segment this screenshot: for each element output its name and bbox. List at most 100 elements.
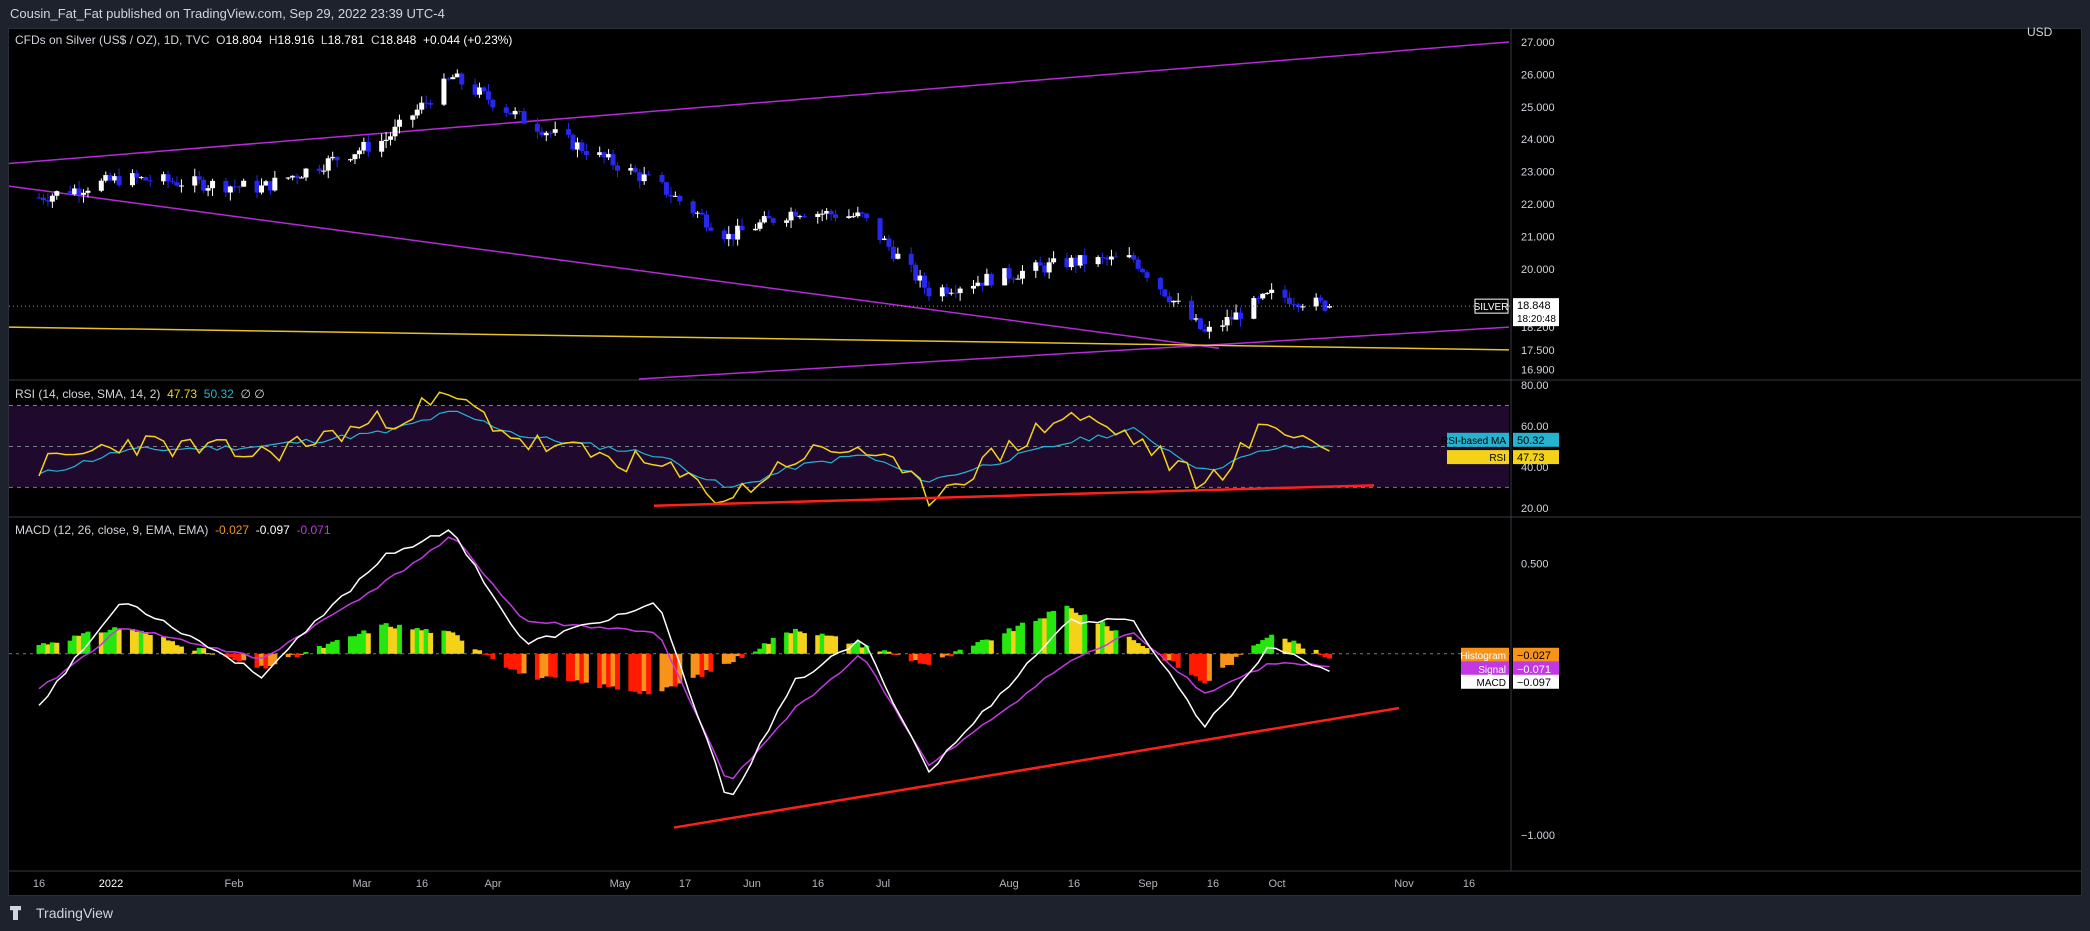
macd-histogram-bar <box>227 653 233 658</box>
macd-histogram-bar <box>259 653 264 666</box>
candle-body <box>926 287 932 297</box>
publisher-line: Cousin_Fat_Fat published on TradingView.… <box>10 6 445 21</box>
tradingview-logo[interactable]: TradingView <box>10 905 113 921</box>
macd-histogram-bar <box>552 653 558 678</box>
candle-body <box>552 129 558 133</box>
candle-body <box>850 216 856 218</box>
macd-histogram-bar <box>939 653 945 658</box>
macd-histogram-bar <box>290 653 296 655</box>
macd-histogram-bar <box>1082 614 1088 654</box>
candle-body <box>81 192 86 195</box>
candle-body <box>606 154 612 158</box>
price-tick-label: 22.000 <box>1521 199 1555 211</box>
macd-histogram-bar <box>1002 633 1008 654</box>
macd-histogram-bar <box>72 635 78 654</box>
macd-histogram-bar <box>1295 643 1301 654</box>
candle-body <box>784 220 790 223</box>
rsi-axis-value: 47.73 <box>1517 452 1545 464</box>
candle-body <box>227 186 233 193</box>
macd-signal-axis-value: −0.071 <box>1517 664 1551 676</box>
candle-body <box>583 151 589 155</box>
macd-histogram-bar <box>49 642 55 654</box>
macd-histogram-bar <box>833 636 839 654</box>
macd-histogram-bar <box>824 635 830 654</box>
candle-body <box>201 179 207 191</box>
candle-body <box>1095 257 1101 265</box>
macd-histogram-bar <box>979 639 985 654</box>
macd-histogram-bar <box>517 653 523 674</box>
rsi-ma-axis-value: 50.32 <box>1517 435 1545 447</box>
candle-body <box>1126 255 1132 258</box>
candle-body <box>147 180 153 182</box>
macd-histogram-bar <box>1206 653 1212 681</box>
candle-body <box>192 176 198 186</box>
macd-histogram-bar <box>396 624 402 654</box>
candle-body <box>450 77 456 80</box>
candle-body <box>1255 298 1261 300</box>
candle-body <box>757 222 763 229</box>
candle-body <box>1131 255 1137 260</box>
candle-body <box>1286 297 1292 305</box>
candle-body <box>143 177 149 181</box>
price-tick-label: 16.900 <box>1521 364 1555 376</box>
candle-body <box>396 119 402 127</box>
rsi-legend: RSI (14, close, SMA, 14, 2) 47.73 50.32 … <box>15 387 265 401</box>
candle-body <box>1104 257 1110 260</box>
macd-histogram-bar <box>450 632 456 654</box>
candle-body <box>770 218 776 223</box>
candle-body <box>1037 262 1043 266</box>
macd-histogram-bar <box>103 632 109 654</box>
rsi-title[interactable]: RSI (14, close, SMA, 14, 2) <box>15 387 160 401</box>
macd-histogram-bar <box>1224 653 1230 666</box>
candle-body <box>54 191 60 196</box>
candle-body <box>971 285 976 289</box>
macd-histogram-bar <box>1166 653 1172 661</box>
macd-histogram-bar <box>926 653 932 665</box>
close-value: 18.848 <box>379 33 417 47</box>
candle-body <box>441 78 447 105</box>
candle-body <box>512 110 518 115</box>
candle-body <box>1033 262 1039 271</box>
candle-body <box>294 175 300 178</box>
rsi-tick-label: 80.00 <box>1521 380 1549 392</box>
macd-histogram-bar <box>1144 648 1150 654</box>
macd-histogram-bar <box>615 653 620 690</box>
candle-body <box>241 180 247 187</box>
symbol-title[interactable]: CFDs on Silver (US$ / OZ), 1D, TVC <box>15 33 209 47</box>
candle-body <box>797 216 803 218</box>
macd-histogram-bar <box>143 632 149 654</box>
macd-histogram-bar <box>521 653 527 674</box>
candle-body <box>303 168 309 178</box>
candle-body <box>414 109 420 116</box>
candle-body <box>36 197 42 199</box>
candle-body <box>1082 255 1088 265</box>
macd-histogram-bar <box>330 641 336 654</box>
candle-body <box>601 152 607 158</box>
macd-histogram-bar <box>1068 608 1074 654</box>
macd-histogram-bar <box>882 650 887 654</box>
macd-histogram-bar <box>539 653 545 679</box>
macd-histogram-bar <box>254 653 260 668</box>
candle-body <box>632 168 638 173</box>
candle-body <box>1011 278 1017 280</box>
macd-histogram-bar <box>730 653 736 663</box>
macd-histogram-bar <box>445 631 451 654</box>
rsi-tick-label: 20.00 <box>1521 503 1549 515</box>
macd-histogram-bar <box>1255 643 1261 654</box>
macd-axis-value: −0.097 <box>1517 677 1551 689</box>
macd-histogram-bar <box>1100 621 1106 654</box>
macd-histogram-bar <box>797 631 803 654</box>
candle-body <box>236 186 242 188</box>
candle-body <box>259 185 264 193</box>
candle-body <box>922 275 928 288</box>
candle-body <box>615 165 620 171</box>
candle-body <box>1251 298 1257 319</box>
macd-histogram-bar <box>828 635 834 654</box>
macd-histogram-bar <box>628 653 634 692</box>
macd-histogram-bar <box>165 640 171 654</box>
candle-body <box>290 175 296 178</box>
chart-canvas[interactable]: 27.000 26.000 25.000 24.000 23.000 22.000 21.0… <box>8 29 2081 895</box>
macd-histogram-bar <box>690 653 696 678</box>
candle-body <box>895 253 901 259</box>
macd-title[interactable]: MACD (12, 26, close, 9, EMA, EMA) <box>15 523 208 537</box>
